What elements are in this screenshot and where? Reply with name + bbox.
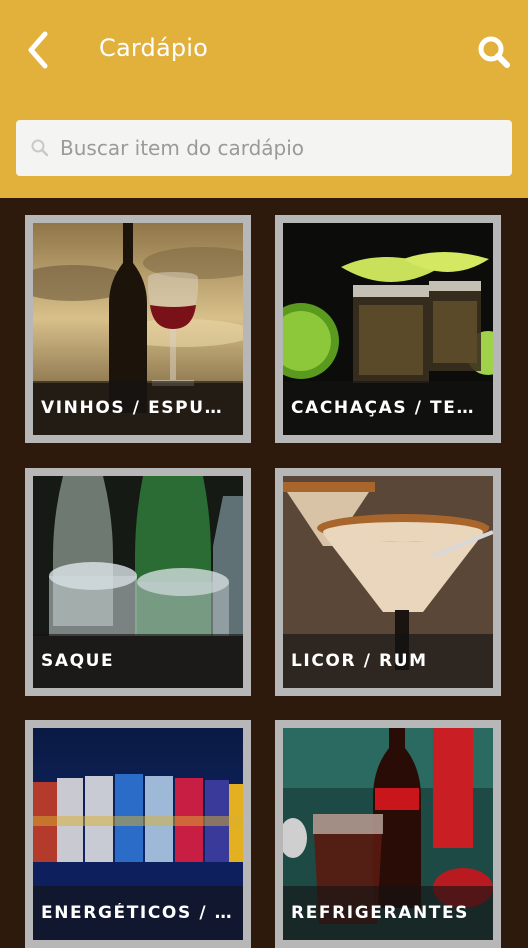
- category-label-bar: REFRIGERANTES: [283, 886, 493, 940]
- category-card-saque[interactable]: SAQUE: [25, 468, 251, 696]
- category-label: REFRIGERANTES: [291, 903, 470, 923]
- category-label: SAQUE: [41, 651, 115, 671]
- category-label-bar: VINHOS / ESPUM...: [33, 381, 243, 435]
- wine-bottle-and-glass-photo: VINHOS / ESPUM...: [33, 223, 243, 435]
- category-label: VINHOS / ESPUM...: [41, 398, 239, 418]
- search-field-icon: [31, 139, 49, 157]
- category-label-bar: CACHAÇAS / TEQ...: [283, 381, 493, 435]
- search-icon: [478, 36, 510, 68]
- category-label: ENERGÉTICOS / I...: [41, 903, 239, 923]
- app-header: Cardápio: [0, 0, 528, 198]
- category-label-bar: ENERGÉTICOS / I...: [33, 886, 243, 940]
- category-card-vinhos[interactable]: VINHOS / ESPUM...: [25, 215, 251, 443]
- category-card-cachacas[interactable]: CACHAÇAS / TEQ...: [275, 215, 501, 443]
- search-button[interactable]: [472, 30, 516, 74]
- sake-glasses-photo: SAQUE: [33, 476, 243, 688]
- chevron-left-icon: [28, 31, 48, 69]
- category-grid: VINHOS / ESPUM... CACHAÇAS / TEQ... SAQU…: [0, 198, 528, 948]
- page-title: Cardápio: [99, 34, 209, 62]
- search-bar: [16, 120, 512, 176]
- category-card-refrigerantes[interactable]: REFRIGERANTES: [275, 720, 501, 948]
- category-label-bar: LICOR / RUM: [283, 634, 493, 688]
- category-label: LICOR / RUM: [291, 651, 428, 671]
- search-input[interactable]: [60, 120, 500, 176]
- back-button[interactable]: [18, 28, 58, 72]
- category-label: CACHAÇAS / TEQ...: [291, 398, 489, 418]
- tequila-shots-with-lime-photo: CACHAÇAS / TEQ...: [283, 223, 493, 435]
- cream-liqueur-cocktail-photo: LICOR / RUM: [283, 476, 493, 688]
- category-card-energeticos[interactable]: ENERGÉTICOS / I...: [25, 720, 251, 948]
- category-card-licor[interactable]: LICOR / RUM: [275, 468, 501, 696]
- cola-bottle-and-glass-photo: REFRIGERANTES: [283, 728, 493, 940]
- energy-drink-cans-photo: ENERGÉTICOS / I...: [33, 728, 243, 940]
- category-label-bar: SAQUE: [33, 634, 243, 688]
